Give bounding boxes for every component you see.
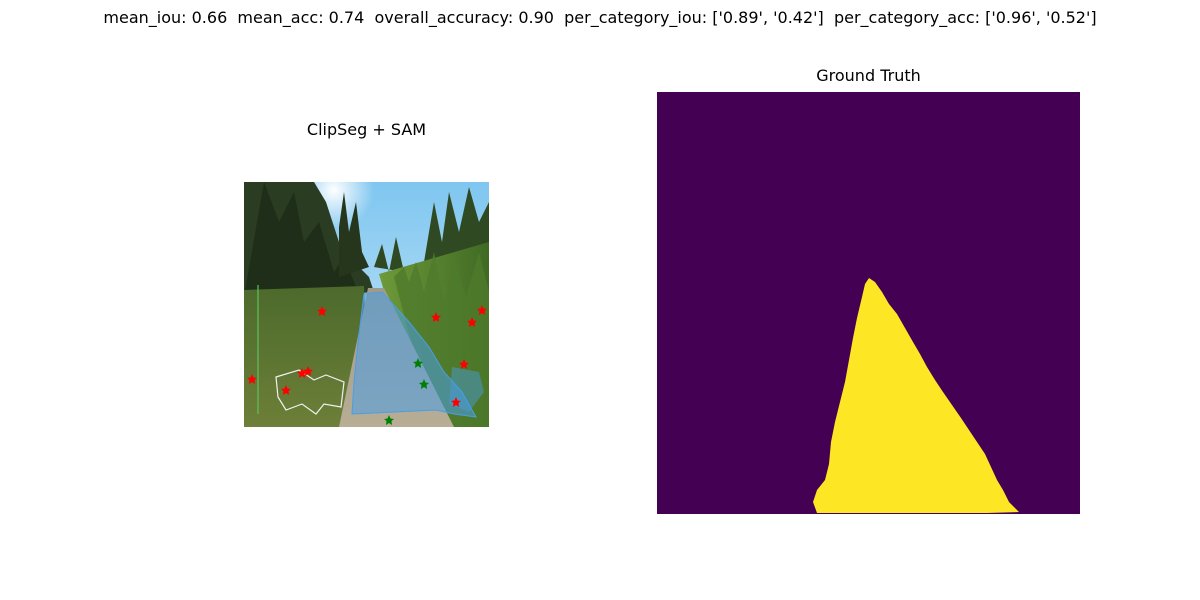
prediction-image-svg [244,182,489,427]
right-panel-title: Ground Truth [816,66,921,85]
ground-truth-svg [657,92,1080,514]
figure-suptitle: mean_iou: 0.66 mean_acc: 0.74 overall_ac… [103,8,1097,27]
prediction-image [244,182,489,427]
ground-truth-mask [657,92,1080,514]
left-panel-title: ClipSeg + SAM [306,120,427,139]
